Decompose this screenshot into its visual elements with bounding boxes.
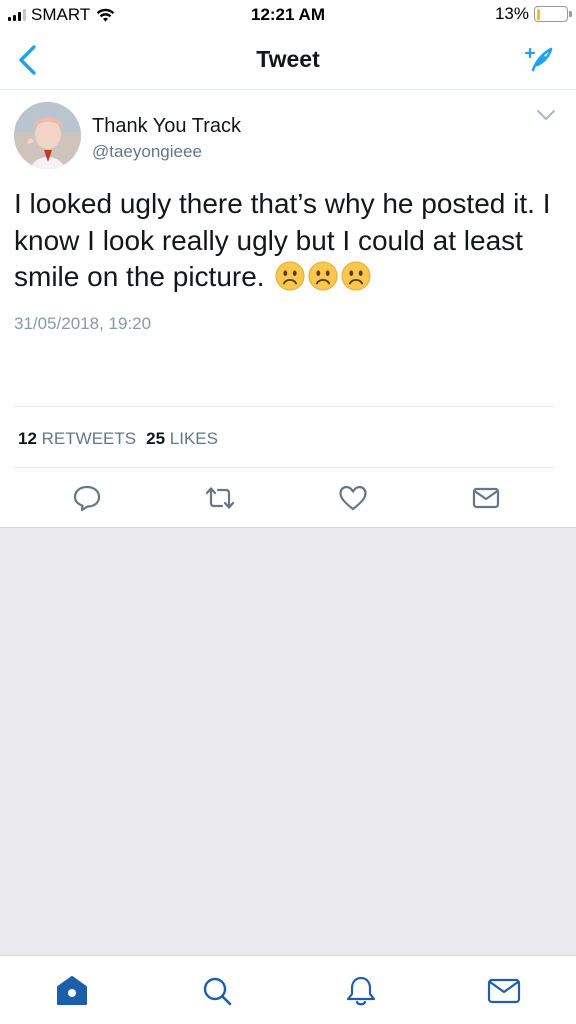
avatar-image <box>14 102 81 169</box>
retweets-stat[interactable]: 12 RETWEETS <box>18 429 136 449</box>
battery-icon <box>534 6 572 22</box>
divider <box>14 467 554 468</box>
direct-message-icon[interactable] <box>471 483 501 513</box>
frowning-face-icon <box>275 261 305 291</box>
status-bar: SMART 12:21 AM 13% <box>0 0 576 30</box>
retweets-count: 12 <box>18 429 37 448</box>
tweet-card: Thank You Track @taeyongieee I looked ug… <box>0 90 576 528</box>
messages-icon[interactable] <box>486 974 522 1008</box>
notifications-icon[interactable] <box>343 974 379 1008</box>
retweets-label: RETWEETS <box>41 429 137 448</box>
display-name[interactable]: Thank You Track <box>92 115 241 138</box>
tweet-text: I looked ugly there that’s why he posted… <box>14 186 564 296</box>
home-icon[interactable] <box>54 974 90 1008</box>
like-icon[interactable] <box>338 483 368 513</box>
tweet-stats: 12 RETWEETS 25 LIKES <box>18 429 218 449</box>
status-right: 13% <box>494 4 572 24</box>
likes-label: LIKES <box>169 429 218 448</box>
tweet-timestamp[interactable]: 31/05/2018, 19:20 <box>14 314 151 334</box>
likes-count: 25 <box>146 429 166 448</box>
search-icon[interactable] <box>199 974 235 1008</box>
tab-bar <box>0 955 576 1024</box>
compose-quill-icon[interactable] <box>524 45 554 75</box>
frowning-face-icon <box>308 261 338 291</box>
reply-icon[interactable] <box>72 483 102 513</box>
battery-fill <box>536 8 541 20</box>
likes-stat[interactable]: 25 LIKES <box>146 429 218 449</box>
frowning-face-icon <box>341 261 371 291</box>
page-title: Tweet <box>256 46 320 72</box>
divider <box>14 406 554 407</box>
battery-percent: 13% <box>494 4 529 23</box>
avatar[interactable] <box>14 102 81 169</box>
user-handle[interactable]: @taeyongieee <box>92 142 202 162</box>
status-time: 12:21 AM <box>250 5 325 24</box>
nav-bar: Tweet <box>0 30 576 90</box>
retweet-icon[interactable] <box>205 483 235 513</box>
chevron-down-icon[interactable] <box>536 108 556 122</box>
